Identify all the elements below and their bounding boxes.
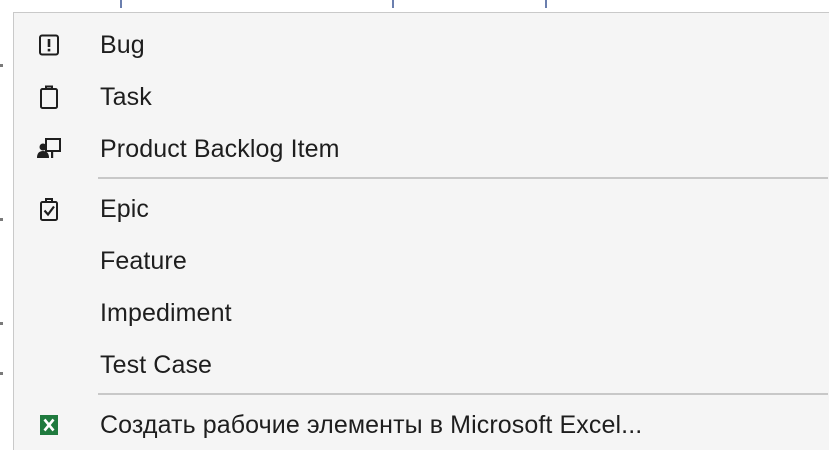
row-marker — [0, 322, 3, 325]
row-marker — [0, 372, 3, 375]
menu-item-label: Test Case — [100, 350, 213, 379]
row-marker — [0, 64, 3, 67]
row-marker — [0, 218, 3, 221]
excel-icon — [14, 399, 84, 450]
column-divider — [545, 0, 547, 8]
menu-item-product-backlog-item[interactable]: Product Backlog Item — [14, 123, 828, 175]
menu-item-task[interactable]: Task — [14, 71, 828, 123]
task-icon — [14, 71, 84, 123]
column-divider — [392, 0, 394, 8]
menu-item-label: Feature — [100, 246, 187, 275]
menu-separator — [98, 177, 828, 179]
menu-item-feature[interactable]: Feature — [14, 235, 828, 287]
empty-icon-slot — [14, 235, 84, 287]
menu-item-label: Bug — [100, 30, 145, 59]
menu-item-label: Task — [100, 82, 152, 111]
menu-item-impediment[interactable]: Impediment — [14, 287, 828, 339]
menu-item-create-in-excel[interactable]: Создать рабочие элементы в Microsoft Exc… — [14, 399, 828, 450]
backlog-item-icon — [14, 123, 84, 175]
menu-item-test-case[interactable]: Test Case — [14, 339, 828, 391]
menu-item-label: Impediment — [100, 298, 232, 327]
epic-icon — [14, 183, 84, 235]
menu-item-label: Product Backlog Item — [100, 134, 340, 163]
menu-separator — [98, 393, 828, 395]
bug-icon — [14, 19, 84, 71]
menu-item-label: Epic — [100, 194, 150, 223]
menu-item-epic[interactable]: Epic — [14, 183, 828, 235]
underlying-header — [0, 0, 829, 12]
empty-icon-slot — [14, 287, 84, 339]
menu-item-label: Создать рабочие элементы в Microsoft Exc… — [100, 410, 643, 439]
empty-icon-slot — [14, 339, 84, 391]
column-divider — [120, 0, 122, 8]
menu-item-bug[interactable]: Bug — [14, 19, 828, 71]
new-work-item-context-menu: Bug Task Product Backlog Item Epic Featu… — [13, 12, 829, 450]
